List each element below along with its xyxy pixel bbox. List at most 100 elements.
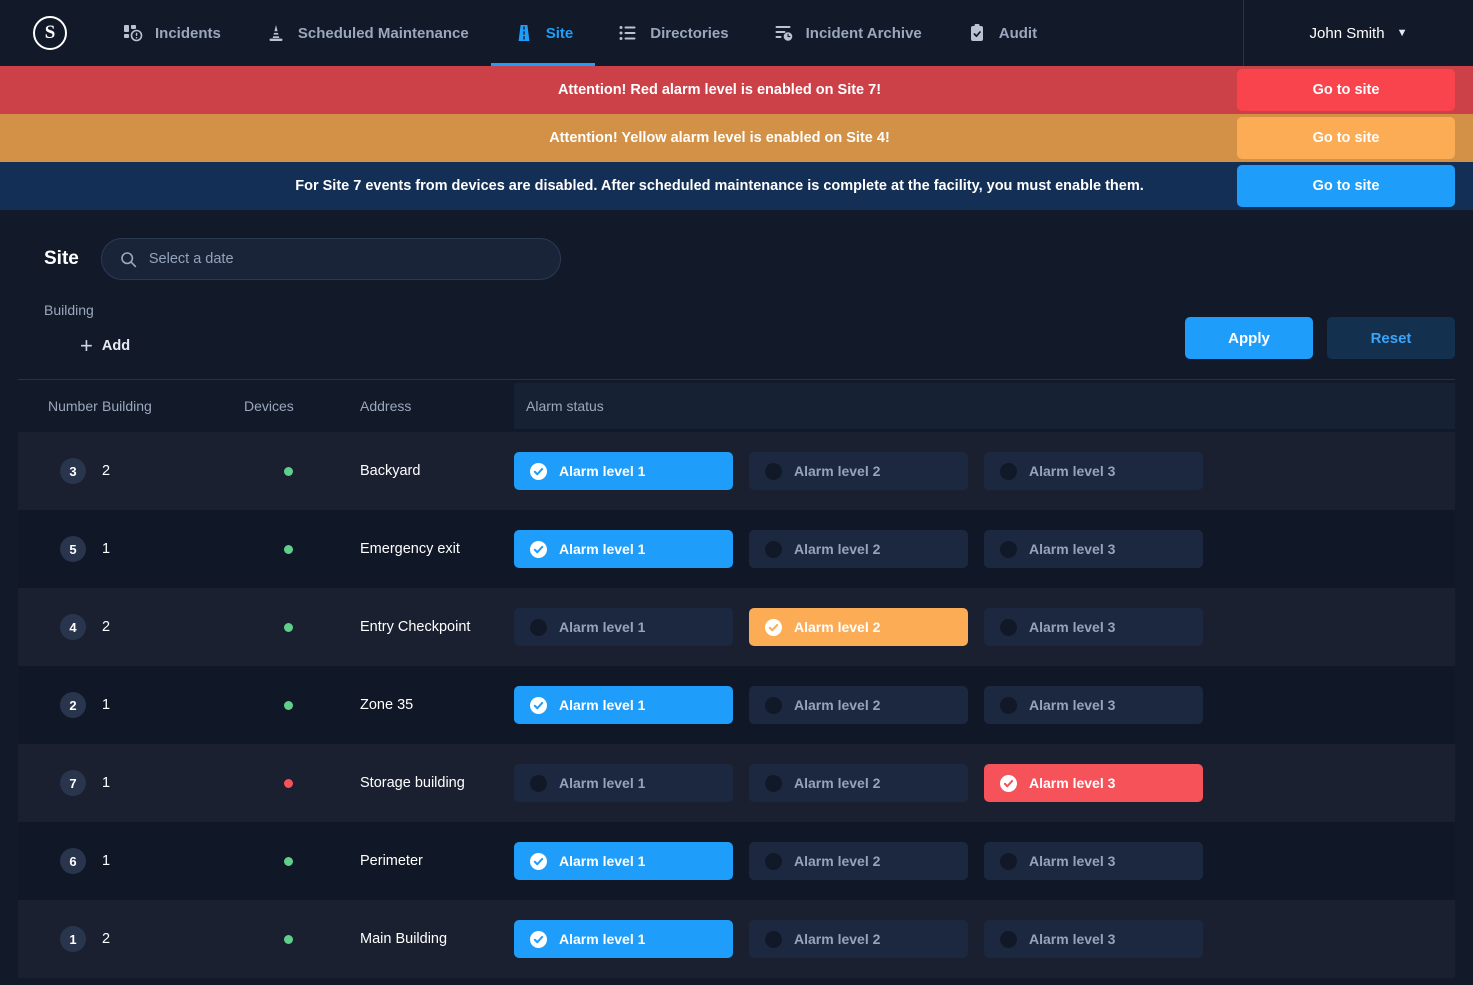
site-number-badge: 5 <box>60 536 86 562</box>
alarm-level-2-label: Alarm level 2 <box>794 931 881 947</box>
nav-item-incident-archive[interactable]: Incident Archive <box>751 0 944 66</box>
alarm-level-1-label: Alarm level 1 <box>559 853 646 869</box>
row-building-cell: 1 <box>102 775 111 791</box>
alarm-level-3-label: Alarm level 3 <box>1029 931 1116 947</box>
alarm-level-group: Alarm level 1 Alarm level 2 Alarm level 3 <box>514 920 1455 958</box>
alarm-level-3-button[interactable]: Alarm level 3 <box>984 842 1203 880</box>
row-building-cell: 1 <box>102 697 111 713</box>
nav-item-site[interactable]: Site <box>490 0 596 66</box>
device-status-dot <box>284 856 293 866</box>
alarm-level-1-button[interactable]: Alarm level 1 <box>514 686 733 724</box>
alarm-level-3-button[interactable]: Alarm level 3 <box>984 686 1203 724</box>
row-number-cell: 1 <box>30 926 102 952</box>
alarm-level-1-label: Alarm level 1 <box>559 619 646 635</box>
filters-top-row: Site <box>0 228 1473 290</box>
alarm-level-3-label: Alarm level 3 <box>1029 619 1116 635</box>
check-icon <box>1000 852 1017 870</box>
incidents-icon <box>122 22 144 44</box>
row-alarm-status-cell: Alarm level 1 Alarm level 2 Alarm level 3 <box>514 842 1455 880</box>
sites-table: Number Building Devices Address Alarm st… <box>18 379 1455 978</box>
alarm-level-3-button[interactable]: Alarm level 3 <box>984 452 1203 490</box>
apply-button[interactable]: Apply <box>1185 317 1313 359</box>
reset-button[interactable]: Reset <box>1327 317 1455 359</box>
alarm-level-1-label: Alarm level 1 <box>559 541 646 557</box>
building-filter-label: Building <box>44 302 94 318</box>
site-number-badge: 6 <box>60 848 86 874</box>
filter-actions: Apply Reset <box>1185 317 1455 361</box>
row-alarm-status-cell: Alarm level 1 Alarm level 2 Alarm level 3 <box>514 530 1455 568</box>
alarm-level-2-button[interactable]: Alarm level 2 <box>749 452 968 490</box>
row-devices-cell <box>244 700 360 710</box>
nav-item-incidents[interactable]: Incidents <box>100 0 243 66</box>
row-devices-cell <box>244 466 360 476</box>
check-icon <box>530 852 547 870</box>
alarm-level-1-button[interactable]: Alarm level 1 <box>514 452 733 490</box>
nav-item-audit[interactable]: Audit <box>944 0 1059 66</box>
row-number-cell: 2 <box>30 692 102 718</box>
alarm-level-2-button[interactable]: Alarm level 2 <box>749 530 968 568</box>
app-logo[interactable]: S <box>0 0 100 66</box>
alarm-level-1-button[interactable]: Alarm level 1 <box>514 530 733 568</box>
banner-maintenance-goto-button[interactable]: Go to site <box>1237 165 1455 207</box>
alarm-level-2-button[interactable]: Alarm level 2 <box>749 920 968 958</box>
alarm-level-1-button[interactable]: Alarm level 1 <box>514 842 733 880</box>
site-number-badge: 7 <box>60 770 86 796</box>
site-road-icon <box>513 22 535 44</box>
row-address-cell: Perimeter <box>360 853 423 869</box>
check-icon <box>530 774 547 792</box>
banner-red-alarm-text: Attention! Red alarm level is enabled on… <box>557 82 882 98</box>
nav-label-incidents: Incidents <box>155 24 221 42</box>
site-number-badge: 3 <box>60 458 86 484</box>
banner-yellow-alarm-goto-button[interactable]: Go to site <box>1237 117 1455 159</box>
alarm-level-2-button[interactable]: Alarm level 2 <box>749 764 968 802</box>
column-header-building: Building <box>102 398 152 414</box>
alarm-level-3-button[interactable]: Alarm level 3 <box>984 608 1203 646</box>
check-icon <box>765 930 782 948</box>
banner-yellow-alarm-text: Attention! Yellow alarm level is enabled… <box>549 130 890 146</box>
row-address-cell: Zone 35 <box>360 697 414 713</box>
alarm-level-1-button[interactable]: Alarm level 1 <box>514 764 733 802</box>
chevron-down-icon: ▼ <box>1396 27 1408 39</box>
check-icon <box>1000 462 1017 480</box>
alarm-level-1-label: Alarm level 1 <box>559 775 646 791</box>
alarm-level-3-label: Alarm level 3 <box>1029 853 1116 869</box>
nav-item-scheduled-maintenance[interactable]: Scheduled Maintenance <box>243 0 491 66</box>
table-row: 5 1 Emergency exit Alarm level 1 Alarm level… <box>18 510 1455 588</box>
banner-red-alarm-goto-button[interactable]: Go to site <box>1237 69 1455 111</box>
check-icon <box>1000 774 1017 792</box>
alarm-level-1-button[interactable]: Alarm level 1 <box>514 608 733 646</box>
nav-item-directories[interactable]: Directories <box>595 0 750 66</box>
date-search-input[interactable] <box>148 251 542 267</box>
alarm-level-1-label: Alarm level 1 <box>559 697 646 713</box>
alarm-level-3-button[interactable]: Alarm level 3 <box>984 920 1203 958</box>
column-header-address: Address <box>360 398 412 414</box>
alarm-level-2-button[interactable]: Alarm level 2 <box>749 608 968 646</box>
site-number-badge: 2 <box>60 692 86 718</box>
logo-icon: S <box>33 16 67 50</box>
check-icon <box>765 696 782 714</box>
row-address-cell: Main Building <box>360 931 448 947</box>
row-alarm-status-cell: Alarm level 1 Alarm level 2 Alarm level 3 <box>514 686 1455 724</box>
alarm-level-group: Alarm level 1 Alarm level 2 Alarm level 3 <box>514 452 1455 490</box>
alarm-level-1-button[interactable]: Alarm level 1 <box>514 920 733 958</box>
alarm-level-2-button[interactable]: Alarm level 2 <box>749 842 968 880</box>
user-menu[interactable]: John Smith ▼ <box>1243 0 1473 66</box>
date-search-field[interactable] <box>100 238 561 280</box>
row-devices-cell <box>244 622 360 632</box>
plus-icon: + <box>80 333 93 358</box>
cone-icon <box>265 22 287 44</box>
device-status-dot <box>284 622 293 632</box>
banner-red-alarm: Attention! Red alarm level is enabled on… <box>0 66 1473 114</box>
alarm-level-3-button[interactable]: Alarm level 3 <box>984 530 1203 568</box>
building-filter-group: Building + Add <box>44 302 140 361</box>
check-icon <box>765 774 782 792</box>
alarm-level-3-button[interactable]: Alarm level 3 <box>984 764 1203 802</box>
alarm-level-2-label: Alarm level 2 <box>794 541 881 557</box>
nav-label-site: Site <box>545 24 574 42</box>
alarm-level-2-button[interactable]: Alarm level 2 <box>749 686 968 724</box>
row-devices-cell <box>244 856 360 866</box>
row-alarm-status-cell: Alarm level 1 Alarm level 2 Alarm level 3 <box>514 764 1455 802</box>
row-alarm-status-cell: Alarm level 1 Alarm level 2 Alarm level 3 <box>514 920 1455 958</box>
add-building-button[interactable]: + Add <box>44 331 140 361</box>
table-row: 4 2 Entry Checkpoint Alarm level 1 Alarm lev… <box>18 588 1455 666</box>
